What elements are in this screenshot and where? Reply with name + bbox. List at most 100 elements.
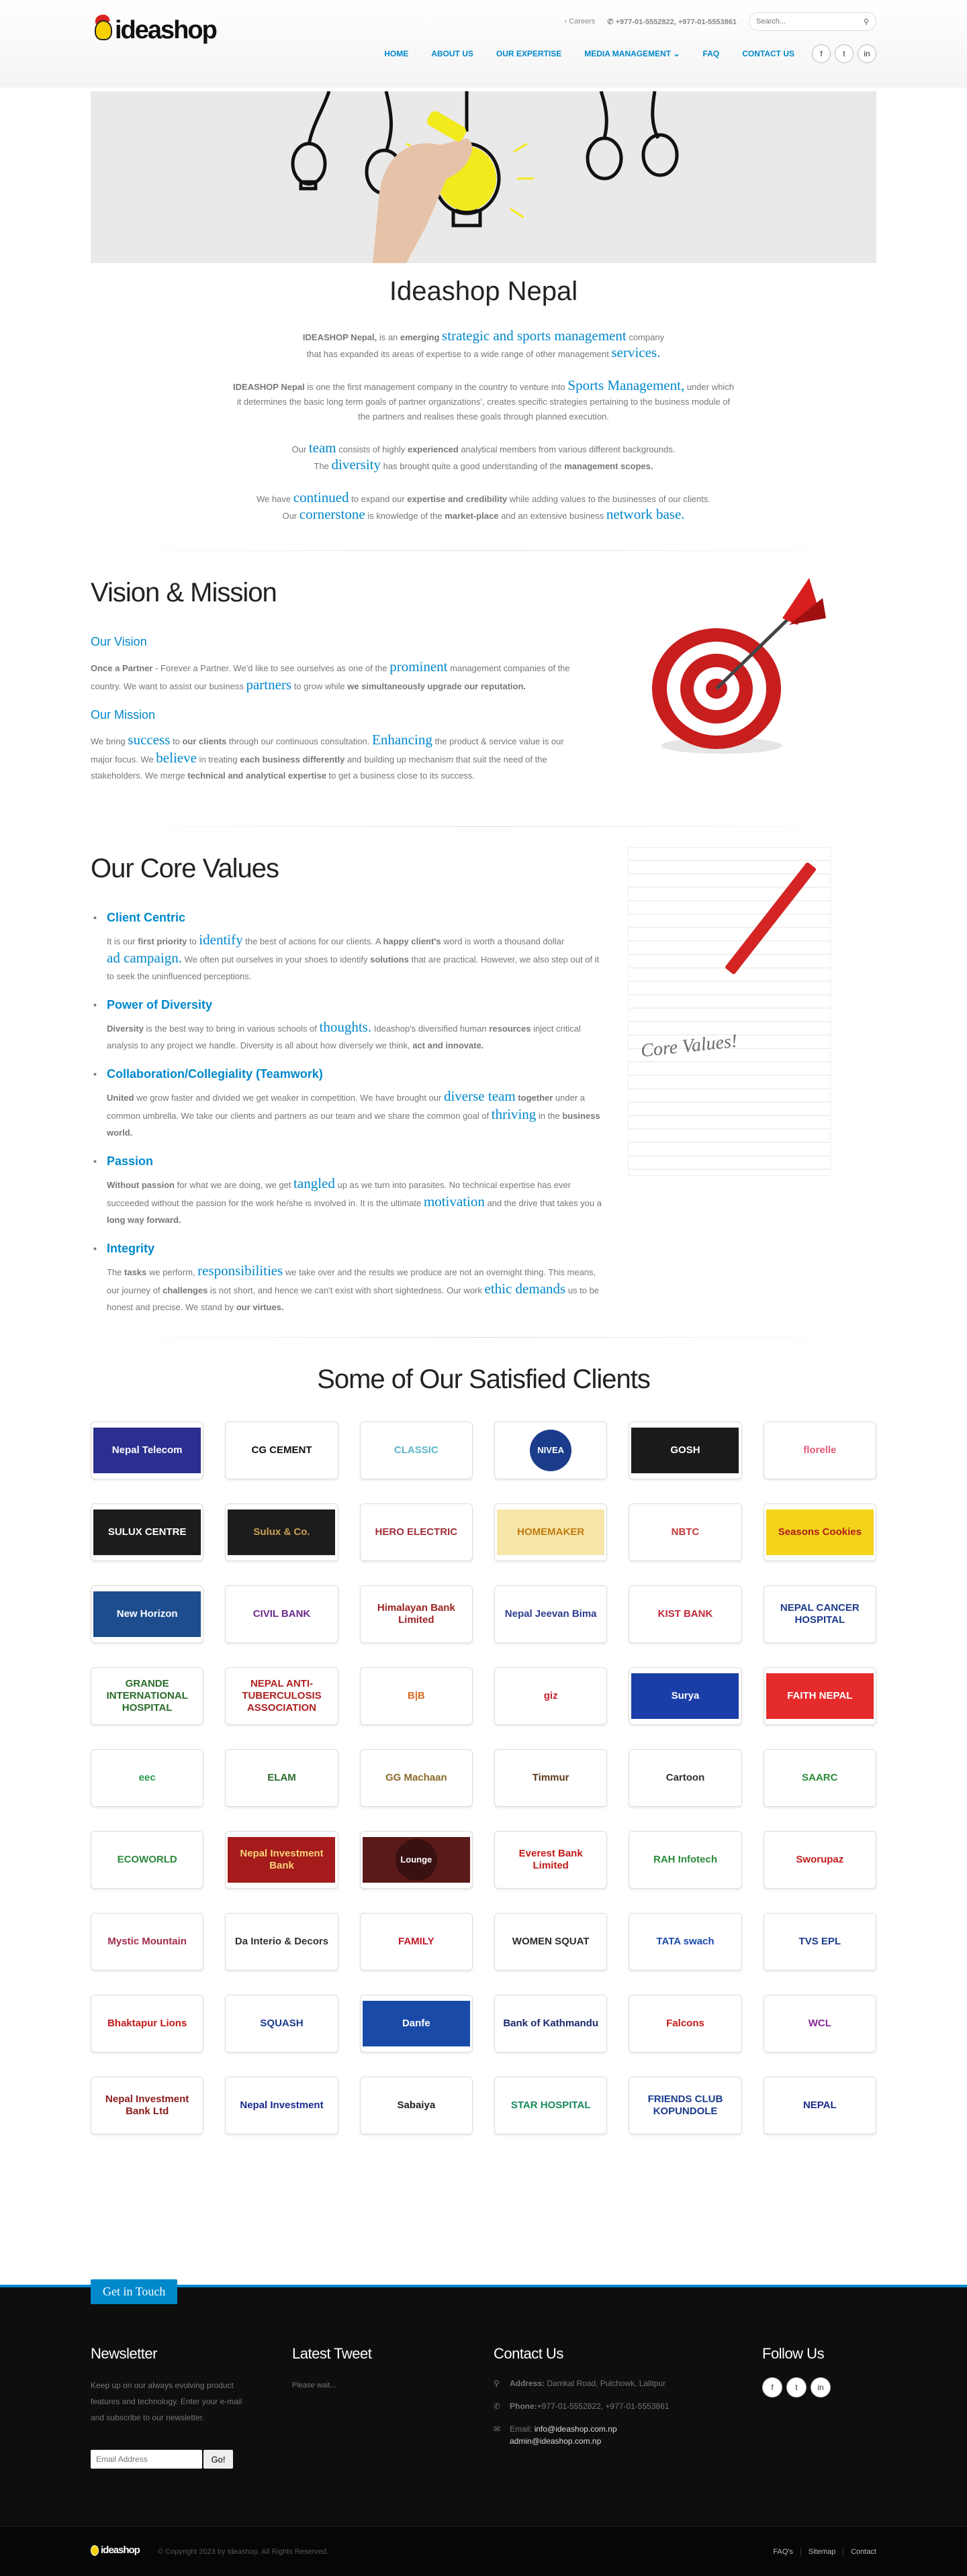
client-logo-tile[interactable]: New Horizon <box>91 1585 204 1643</box>
footer-link-faqs[interactable]: FAQ's <box>773 2548 793 2556</box>
client-name: SAARC <box>802 1772 838 1783</box>
client-logo-tile[interactable]: ELAM <box>225 1749 338 1807</box>
client-name: FAITH NEPAL <box>787 1690 853 1701</box>
nav-media-management[interactable]: MEDIA MANAGEMENT ⌄ <box>584 49 680 58</box>
nav-contact-us[interactable]: CONTACT US <box>742 49 794 58</box>
careers-link[interactable]: › Careers <box>564 17 595 26</box>
client-logo-tile[interactable]: SAARC <box>763 1749 876 1807</box>
linkedin-icon[interactable]: in <box>811 2377 831 2397</box>
client-logo-tile[interactable]: KIST BANK <box>629 1585 742 1643</box>
client-name: SQUASH <box>260 2018 304 2029</box>
search-input[interactable] <box>756 17 850 26</box>
follow-title: Follow Us <box>762 2345 825 2362</box>
email-input[interactable] <box>91 2450 202 2469</box>
client-logo-tile[interactable]: Nepal Investment <box>225 2077 338 2134</box>
client-logo: Falcons <box>631 2001 739 2046</box>
core-value-segment: motivation <box>423 1193 485 1209</box>
client-name: GG Machaan <box>385 1772 447 1783</box>
client-logo-tile[interactable]: GRANDE INTERNATIONAL HOSPITAL <box>91 1667 204 1725</box>
client-logo: GOSH <box>631 1428 739 1473</box>
twitter-icon[interactable]: t <box>835 44 854 63</box>
client-logo-tile[interactable]: HOMEMAKER <box>494 1503 608 1561</box>
client-logo-tile[interactable]: Sulux & Co. <box>225 1503 338 1561</box>
client-logo-tile[interactable]: RAH Infotech <box>629 1831 742 1889</box>
client-logo-tile[interactable]: FAITH NEPAL <box>763 1667 876 1725</box>
client-logo-tile[interactable]: Cartoon <box>629 1749 742 1807</box>
client-logo-tile[interactable]: TVS EPL <box>763 1913 876 1971</box>
client-logo-tile[interactable]: NEPAL ANTI-TUBERCULOSIS ASSOCIATION <box>225 1667 338 1725</box>
client-logo-tile[interactable]: GOSH <box>629 1422 742 1479</box>
intro-p2-a: IDEASHOP Nepal <box>233 382 305 392</box>
footer-logo[interactable]: ideashop <box>91 2544 140 2556</box>
client-logo-tile[interactable]: SULUX CENTRE <box>91 1503 204 1561</box>
client-logo-tile[interactable]: Bhaktapur Lions <box>91 1995 204 2052</box>
phone-info: ✆ +977-01-5552822, +977-01-5553861 <box>607 17 737 26</box>
facebook-icon[interactable]: f <box>812 44 831 63</box>
nav-home[interactable]: HOME <box>384 49 408 58</box>
mission-h: major focus. We <box>91 754 156 764</box>
footer-link-sitemap[interactable]: Sitemap <box>809 2548 835 2556</box>
client-name: eec <box>138 1772 156 1783</box>
client-logo-tile[interactable]: SQUASH <box>225 1995 338 2052</box>
client-logo-tile[interactable]: CIVIL BANK <box>225 1585 338 1643</box>
mission-d: our clients <box>182 736 227 746</box>
nav-our-expertise[interactable]: OUR EXPERTISE <box>496 49 561 58</box>
client-logo-tile[interactable]: WOMEN SQUAT <box>494 1913 608 1971</box>
brand-logo[interactable]: ideashop <box>91 13 218 46</box>
client-logo-tile[interactable]: B|B <box>359 1667 473 1725</box>
client-logo: FAITH NEPAL <box>766 1673 874 1719</box>
client-logo-tile[interactable]: Da Interio & Decors <box>225 1913 338 1971</box>
client-logo-tile[interactable]: Nepal Investment Bank Ltd <box>91 2077 204 2134</box>
client-name: Surya <box>671 1690 700 1701</box>
client-logo-tile[interactable]: WCL <box>763 1995 876 2052</box>
client-logo-tile[interactable]: Timmur <box>494 1749 608 1807</box>
careers-label: Careers <box>569 17 596 26</box>
client-logo-tile[interactable]: Seasons Cookies <box>763 1503 876 1561</box>
client-logo-tile[interactable]: Nepal Jeevan Bima <box>494 1585 608 1643</box>
client-logo-tile[interactable]: Himalayan Bank Limited <box>359 1585 473 1643</box>
client-logo-tile[interactable]: Nepal Telecom <box>91 1422 204 1479</box>
email-link-2[interactable]: admin@ideashop.com.np <box>510 2436 601 2446</box>
search-icon[interactable]: ⚲ <box>864 17 869 26</box>
client-logo-tile[interactable]: Sabaiya <box>359 2077 473 2134</box>
core-value-segment: we perform, <box>146 1267 198 1277</box>
client-logo-tile[interactable]: Everest Bank Limited <box>494 1831 608 1889</box>
client-logo-tile[interactable]: ECOWORLD <box>91 1831 204 1889</box>
client-logo-tile[interactable]: NEPAL <box>763 2077 876 2134</box>
client-logo-tile[interactable]: FRIENDS CLUB KOPUNDOLE <box>629 2077 742 2134</box>
linkedin-icon[interactable]: in <box>858 44 876 63</box>
core-value-segment: in the <box>536 1111 563 1121</box>
nav-about-us[interactable]: ABOUT US <box>431 49 473 58</box>
client-logo-tile[interactable]: CG CEMENT <box>225 1422 338 1479</box>
footer-link-contact[interactable]: Contact <box>851 2548 876 2556</box>
client-logo: Surya <box>631 1673 739 1719</box>
get-in-touch-tab[interactable]: Get in Touch <box>91 2279 178 2304</box>
client-logo-tile[interactable]: NIVEA <box>494 1422 608 1479</box>
client-logo-tile[interactable]: STAR HOSPITAL <box>494 2077 608 2134</box>
client-logo-tile[interactable]: GG Machaan <box>359 1749 473 1807</box>
twitter-icon[interactable]: t <box>786 2377 807 2397</box>
client-logo-tile[interactable]: Bank of Kathmandu <box>494 1995 608 2052</box>
client-logo-tile[interactable]: giz <box>494 1667 608 1725</box>
client-logo-tile[interactable]: Danfe <box>359 1995 473 2052</box>
client-logo-tile[interactable]: florelle <box>763 1422 876 1479</box>
vision-text: Once a Partner - Forever a Partner. We'd… <box>91 658 608 695</box>
subscribe-button[interactable]: Go! <box>203 2450 233 2469</box>
client-logo-tile[interactable]: CLASSIC <box>359 1422 473 1479</box>
client-logo: NEPAL <box>766 2083 874 2128</box>
client-logo-tile[interactable]: FAMILY <box>359 1913 473 1971</box>
client-logo-tile[interactable]: HERO ELECTRIC <box>359 1503 473 1561</box>
client-logo-tile[interactable]: TATA swach <box>629 1913 742 1971</box>
client-logo-tile[interactable]: Surya <box>629 1667 742 1725</box>
email-link-1[interactable]: info@ideashop.com.np <box>535 2424 617 2434</box>
client-logo-tile[interactable]: eec <box>91 1749 204 1807</box>
client-logo-tile[interactable]: Lounge <box>359 1831 473 1889</box>
facebook-icon[interactable]: f <box>762 2377 782 2397</box>
client-logo-tile[interactable]: NEPAL CANCER HOSPITAL <box>763 1585 876 1643</box>
client-logo-tile[interactable]: Falcons <box>629 1995 742 2052</box>
nav-faq[interactable]: FAQ <box>703 49 720 58</box>
client-logo-tile[interactable]: Nepal Investment Bank <box>225 1831 338 1889</box>
client-logo-tile[interactable]: NBTC <box>629 1503 742 1561</box>
client-logo-tile[interactable]: Mystic Mountain <box>91 1913 204 1971</box>
client-logo-tile[interactable]: Sworupaz <box>763 1831 876 1889</box>
